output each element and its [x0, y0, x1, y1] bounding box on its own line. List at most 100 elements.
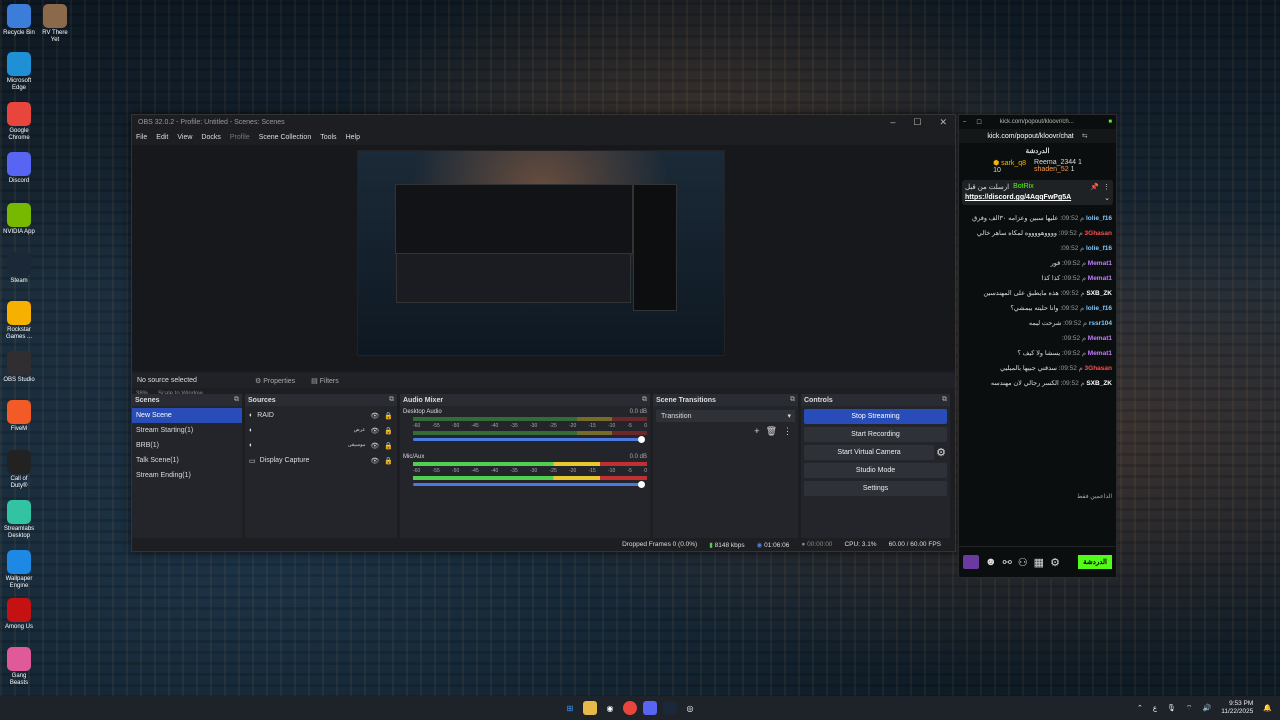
maximize-icon[interactable]: ☐: [913, 117, 921, 128]
gift-icon[interactable]: ▦: [1034, 556, 1044, 569]
menu-help[interactable]: Help: [346, 134, 360, 141]
chat-message[interactable]: 09:52 م lolie_f16: عليها سبين وعزامه ٣٠ا…: [959, 211, 1116, 226]
message-user[interactable]: Memat1: [1088, 350, 1112, 357]
top-user[interactable]: ⬢ sark_q8 10: [993, 159, 1026, 174]
more-icon[interactable]: ⋮: [1103, 183, 1110, 191]
desktop-icon[interactable]: Steam: [2, 252, 36, 285]
menu-tools[interactable]: Tools: [320, 134, 336, 141]
message-user[interactable]: lolie_f16: [1086, 245, 1112, 252]
desktop-icon[interactable]: NVIDIA App: [2, 203, 36, 236]
volume-slider[interactable]: [413, 481, 645, 488]
dock-options-icon[interactable]: ⧉: [942, 396, 950, 404]
scene-item[interactable]: Talk Scene(1): [132, 453, 242, 468]
desktop-icon[interactable]: FiveM: [2, 400, 36, 433]
notifications-icon[interactable]: 🔔: [1263, 704, 1272, 712]
desktop-icon[interactable]: Recycle Bin: [2, 4, 36, 37]
close-icon[interactable]: ✕: [939, 117, 947, 128]
chat-message[interactable]: 09:52 م Memat1: يسشا ولا كيف ؟: [959, 346, 1116, 361]
desktop-icon[interactable]: Google Chrome: [2, 102, 36, 142]
settings-icon[interactable]: ⇆: [1082, 132, 1088, 140]
eye-icon[interactable]: 👁: [370, 427, 379, 435]
chat-message[interactable]: 09:52 م 3Ghasan: ووووهووووه لمكاه ساهر خ…: [959, 226, 1116, 241]
stop-streaming-button[interactable]: Stop Streaming: [804, 409, 947, 424]
chrome-icon[interactable]: [623, 701, 637, 715]
menu-edit[interactable]: Edit: [156, 134, 168, 141]
lock-icon[interactable]: 🔒: [384, 457, 393, 465]
link-icon[interactable]: ⚯: [1003, 556, 1012, 569]
windows-start-icon[interactable]: ⊞: [563, 701, 577, 715]
trash-icon[interactable]: 🗑: [766, 426, 777, 437]
minimize-icon[interactable]: –: [963, 119, 966, 125]
desktop-icon[interactable]: Microsoft Edge: [2, 52, 36, 92]
menu-docks[interactable]: Docks: [201, 134, 220, 141]
minimize-icon[interactable]: –: [890, 117, 895, 128]
chat-message[interactable]: 09:52 م 3Ghasan: سدقني جبيها بالميليي: [959, 361, 1116, 376]
source-item[interactable]: ◐ موسيقى 👁 🔒: [245, 438, 397, 453]
studio-mode-button[interactable]: Studio Mode: [804, 463, 947, 478]
desktop-icon[interactable]: Rockstar Games ...: [2, 301, 36, 341]
settings-button[interactable]: Settings: [804, 481, 947, 496]
chat-message[interactable]: 09:52 م lolie_f16: وانا حليته بيمشي؟: [959, 301, 1116, 316]
filters-button[interactable]: ▤ Filters: [305, 375, 345, 387]
pinned-link[interactable]: https://discord.gg/4AqqFwPg5A: [965, 194, 1071, 202]
message-user[interactable]: Memat1: [1088, 260, 1112, 267]
chat-message[interactable]: 09:52 م Memat1: كذا كذا: [959, 271, 1116, 286]
start-virtual-camera-button[interactable]: Start Virtual Camera: [804, 445, 935, 460]
dock-options-icon[interactable]: ⧉: [234, 396, 242, 404]
chat-message[interactable]: 09:52 م SXB_ZK: هذه مايطبق على المهندسين: [959, 286, 1116, 301]
message-user[interactable]: lolie_f16: [1086, 305, 1112, 312]
microphone-icon[interactable]: 🎙: [1167, 704, 1176, 712]
eye-icon[interactable]: 👁: [370, 412, 379, 420]
menu-file[interactable]: File: [136, 134, 147, 141]
scene-item[interactable]: New Scene: [132, 408, 242, 423]
language-indicator[interactable]: ع: [1153, 704, 1157, 712]
source-item[interactable]: ◐ RAID 👁 🔒: [245, 408, 397, 423]
more-icon[interactable]: ⋮: [783, 426, 792, 437]
chat-message[interactable]: 09:52 م Memat1:: [959, 331, 1116, 346]
dock-options-icon[interactable]: ⧉: [642, 396, 650, 404]
dock-options-icon[interactable]: ⧉: [790, 396, 798, 404]
desktop-icon[interactable]: Among Us: [2, 598, 36, 631]
discord-icon[interactable]: [643, 701, 657, 715]
obs-icon[interactable]: ◉: [603, 701, 617, 715]
send-chat-button[interactable]: الدردشة: [1078, 555, 1112, 569]
desktop-icon[interactable]: RV There Yet: [38, 4, 72, 44]
start-recording-button[interactable]: Start Recording: [804, 427, 947, 442]
scene-item[interactable]: Stream Starting(1): [132, 423, 242, 438]
eye-icon[interactable]: 👁: [370, 457, 379, 465]
transition-select[interactable]: Transition ▾: [656, 410, 795, 422]
desktop-icon[interactable]: Streamlabs Desktop: [2, 500, 36, 540]
chat-message[interactable]: 09:52 م lolie_f16:: [959, 241, 1116, 256]
scene-item[interactable]: BRB(1): [132, 438, 242, 453]
add-icon[interactable]: +: [754, 426, 759, 437]
message-user[interactable]: lolie_f16: [1086, 215, 1112, 222]
dock-options-icon[interactable]: ⧉: [389, 396, 397, 404]
top-user[interactable]: Reema_2344 1 shaden_52 1: [1034, 159, 1082, 174]
chat-message[interactable]: 09:52 م rssr104: شرحت ليمه: [959, 316, 1116, 331]
source-item[interactable]: ◐ عرض 👁 🔒: [245, 423, 397, 438]
message-user[interactable]: 3Ghasan: [1085, 365, 1112, 372]
preview-area[interactable]: 38% Scale to Window: [132, 145, 955, 397]
message-user[interactable]: rssr104: [1089, 320, 1112, 327]
volume-slider[interactable]: [413, 436, 645, 443]
message-user[interactable]: Memat1: [1088, 335, 1112, 342]
wifi-icon[interactable]: ⌔: [1186, 704, 1193, 713]
scene-item[interactable]: Stream Ending(1): [132, 468, 242, 483]
gear-icon[interactable]: ⚙: [936, 443, 950, 459]
chevron-down-icon[interactable]: ⌄: [1104, 194, 1110, 202]
source-item[interactable]: ▭ Display Capture 👁 🔒: [245, 453, 397, 468]
menu-view[interactable]: View: [177, 134, 192, 141]
lock-icon[interactable]: 🔒: [384, 412, 393, 420]
chevron-up-icon[interactable]: ⌃: [1137, 704, 1143, 712]
desktop-icon[interactable]: Gang Beasts: [2, 647, 36, 687]
volume-icon[interactable]: 🔊: [1203, 704, 1212, 712]
gear-icon[interactable]: ⚙: [1050, 556, 1060, 569]
desktop-icon[interactable]: Wallpaper Engine: [2, 550, 36, 590]
address-bar[interactable]: kick.com/popout/kloovr/chat ⇆: [959, 129, 1116, 143]
avatar[interactable]: [963, 555, 979, 569]
message-user[interactable]: SXB_ZK: [1086, 380, 1112, 387]
menu-profile[interactable]: Profile: [230, 134, 250, 141]
menu-scene-collection[interactable]: Scene Collection: [259, 134, 312, 141]
clock[interactable]: 9:53 PM 11/22/2025: [1221, 700, 1253, 716]
lock-icon[interactable]: 🔒: [384, 442, 393, 450]
